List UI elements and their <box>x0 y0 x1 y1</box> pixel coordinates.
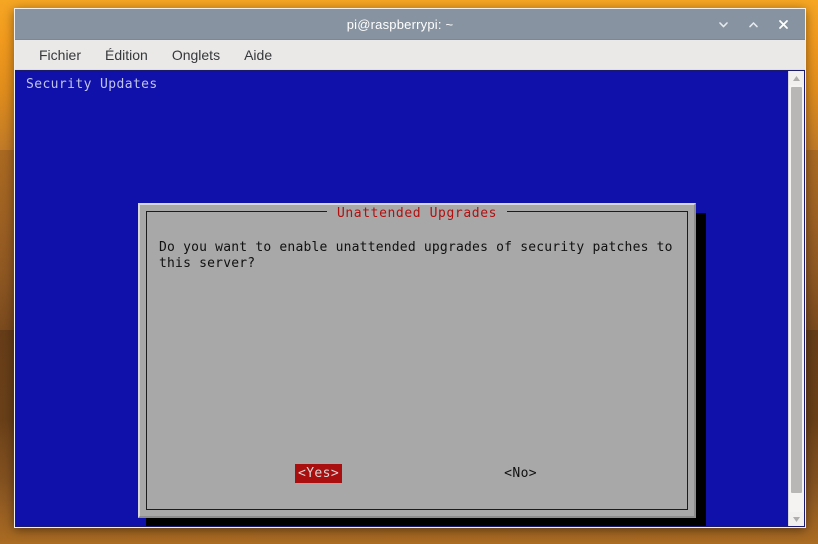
terminal-header-line: Security Updates <box>26 77 158 92</box>
yes-button[interactable]: <Yes> <box>294 464 343 483</box>
chevron-down-icon <box>717 18 730 31</box>
no-button[interactable]: <No> <box>502 464 539 483</box>
maximize-button[interactable] <box>745 16 761 32</box>
menu-item-aide[interactable]: Aide <box>234 44 282 66</box>
dialog-inner-frame: Unattended Upgrades Do you want to enabl… <box>146 206 688 510</box>
unattended-upgrades-dialog: Unattended Upgrades Do you want to enabl… <box>138 203 696 518</box>
close-button[interactable] <box>775 16 791 32</box>
scrollbar-track[interactable] <box>789 85 804 512</box>
menu-bar: Fichier Édition Onglets Aide <box>15 40 805 70</box>
menu-item-onglets[interactable]: Onglets <box>162 44 230 66</box>
chevron-up-icon <box>747 18 760 31</box>
dialog-message: Do you want to enable unattended upgrade… <box>159 240 673 271</box>
window-title: pi@raspberrypi: ~ <box>346 16 454 32</box>
scrollbar-thumb[interactable] <box>791 87 802 493</box>
dialog-title: Unattended Upgrades <box>326 206 508 221</box>
close-icon <box>777 18 790 31</box>
terminal-area: Security Updates Unattended Upgrades Do … <box>15 70 805 527</box>
window-controls <box>715 16 805 32</box>
menu-item-fichier[interactable]: Fichier <box>29 44 91 66</box>
minimize-button[interactable] <box>715 16 731 32</box>
terminal-window: pi@raspberrypi: ~ Fichier Édition Onglet… <box>14 8 806 528</box>
window-titlebar[interactable]: pi@raspberrypi: ~ <box>15 9 805 40</box>
menu-item-edition[interactable]: Édition <box>95 44 158 66</box>
terminal-scrollbar[interactable] <box>788 71 804 526</box>
triangle-down-icon <box>792 510 801 526</box>
dialog-button-row: <Yes> <No> <box>147 464 687 483</box>
scrollbar-down-button[interactable] <box>789 512 804 526</box>
scrollbar-up-button[interactable] <box>789 71 804 85</box>
terminal-screen[interactable]: Security Updates Unattended Upgrades Do … <box>16 71 788 526</box>
dialog-title-bar: Unattended Upgrades <box>147 202 687 221</box>
